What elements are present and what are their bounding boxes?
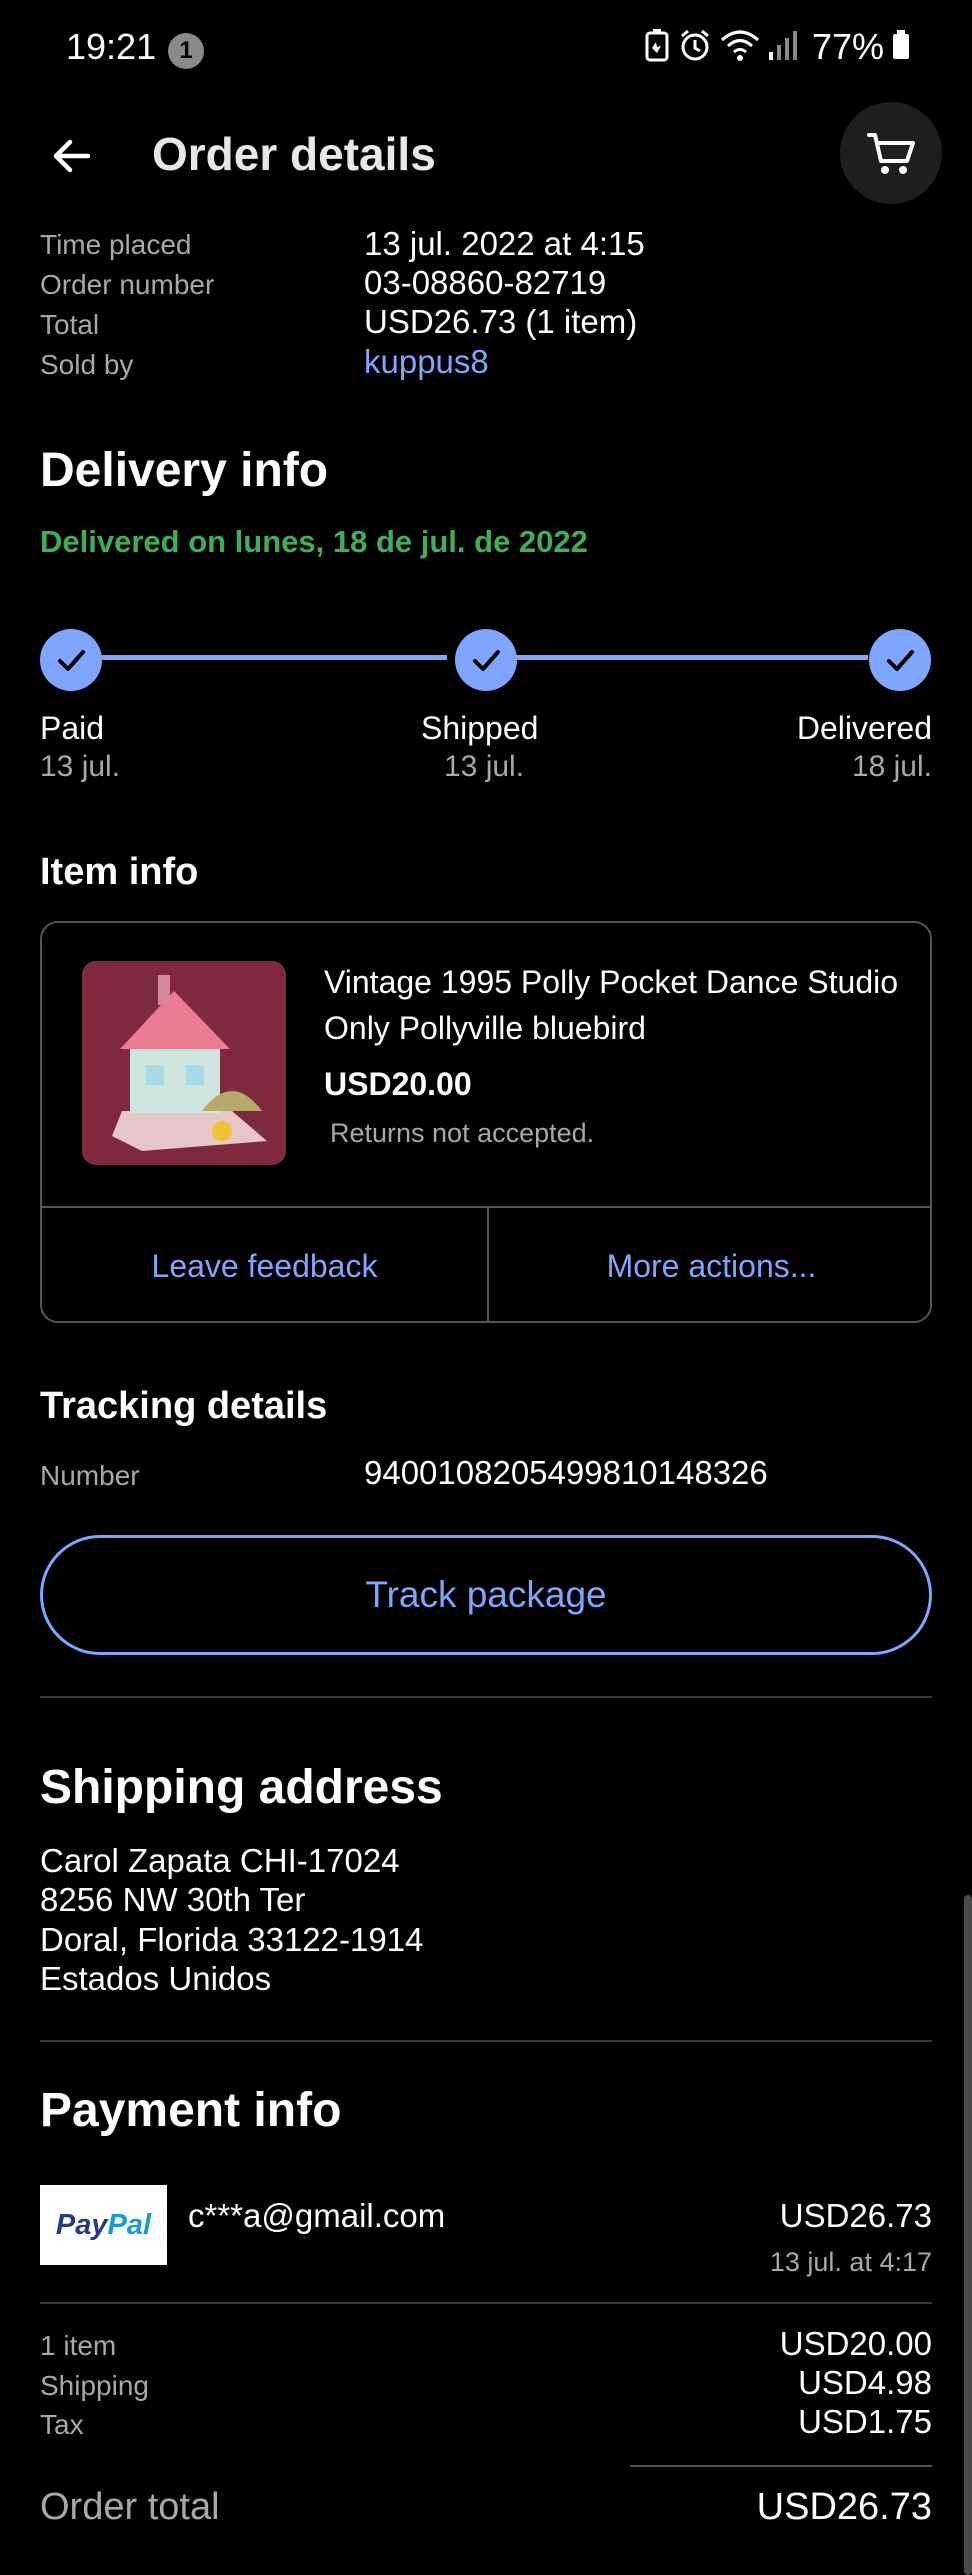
summary-row-value: USD4.98 — [798, 2364, 932, 2401]
delivery-info-heading: Delivery info — [40, 444, 329, 497]
order-number-value: 03-08860-82719 — [364, 264, 607, 301]
address-line: Estados Unidos — [40, 1960, 272, 1997]
seller-link[interactable]: kuppus8 — [364, 343, 489, 381]
battery-icon — [892, 29, 910, 65]
cart-icon — [867, 133, 915, 174]
wifi-icon — [720, 28, 760, 67]
battery-percent: 77% — [811, 26, 884, 67]
paypal-logo-text: Pay — [55, 2208, 108, 2241]
step-label-paid: Paid — [40, 710, 105, 746]
order-total-value: USD26.73 — [756, 2486, 932, 2528]
notification-count-badge: 1 — [168, 33, 204, 69]
summary-row-label: Shipping — [40, 2370, 149, 2401]
step-label-delivered: Delivered — [796, 710, 932, 746]
address-line: Doral, Florida 33122-1914 — [40, 1921, 424, 1958]
payment-info-heading: Payment info — [40, 2084, 342, 2137]
item-price: USD20.00 — [324, 1066, 472, 1102]
step-date-delivered: 18 jul. — [851, 750, 932, 783]
alarm-icon — [678, 28, 712, 67]
arrow-left-icon — [53, 139, 91, 173]
order-number-label: Order number — [40, 269, 215, 300]
status-bar: 19:21 1 77% — [0, 0, 972, 96]
paypal-logo: Pay Pal — [40, 2185, 167, 2265]
progress-line-1 — [101, 655, 447, 660]
item-card: Vintage 1995 Polly Pocket Dance Studio O… — [40, 921, 932, 1323]
page-title: Order details — [152, 128, 436, 180]
item-thumbnail[interactable] — [82, 961, 286, 1165]
total-value: USD26.73 (1 item) — [364, 303, 638, 340]
address-line: Carol Zapata CHI-17024 — [40, 1842, 400, 1879]
cart-button[interactable] — [840, 102, 942, 204]
step-date-paid: 13 jul. — [40, 750, 121, 783]
step-shipped-check-icon — [455, 629, 517, 691]
scrollbar[interactable] — [964, 1895, 972, 2575]
address-line: 8256 NW 30th Ter — [40, 1881, 306, 1918]
section-divider — [40, 1696, 932, 1698]
summary-row-value: USD20.00 — [779, 2325, 932, 2362]
tracking-details-heading: Tracking details — [40, 1385, 328, 1427]
payment-date: 13 jul. at 4:17 — [769, 2247, 932, 2277]
track-package-button[interactable]: Track package — [40, 1535, 932, 1655]
tracking-number-label: Number — [40, 1460, 140, 1491]
summary-row-label: Tax — [40, 2409, 84, 2440]
leave-feedback-button[interactable]: Leave feedback — [42, 1208, 487, 1321]
tracking-number-value: 9400108205499810148326 — [364, 1454, 768, 1491]
time-placed-value: 13 jul. 2022 at 4:15 — [364, 225, 645, 262]
more-actions-button[interactable]: More actions... — [489, 1208, 930, 1321]
progress-line-2 — [516, 655, 868, 660]
status-time: 19:21 — [66, 26, 157, 67]
step-delivered-check-icon — [869, 629, 931, 691]
section-divider — [40, 2040, 932, 2042]
returns-policy: Returns not accepted. — [330, 1118, 595, 1148]
shipping-address-heading: Shipping address — [40, 1761, 443, 1814]
payment-email: c***a@gmail.com — [188, 2197, 446, 2234]
step-date-shipped: 13 jul. — [444, 750, 525, 783]
back-button[interactable] — [40, 124, 104, 188]
total-divider — [630, 2465, 932, 2467]
time-placed-label: Time placed — [40, 229, 192, 260]
payment-amount: USD26.73 — [779, 2197, 932, 2234]
step-label-shipped: Shipped — [421, 710, 539, 746]
sold-by-label: Sold by — [40, 349, 134, 380]
status-icons: 77% — [644, 26, 910, 68]
signal-icon — [768, 28, 798, 67]
summary-row-value: USD1.75 — [798, 2403, 932, 2440]
total-label: Total — [40, 309, 100, 340]
paypal-logo-text: Pal — [107, 2208, 152, 2241]
delivery-status: Delivered on lunes, 18 de jul. de 2022 — [40, 524, 588, 559]
step-paid-check-icon — [40, 629, 102, 691]
section-divider — [40, 2302, 932, 2304]
summary-row-label: 1 item — [40, 2330, 117, 2361]
item-info-heading: Item info — [40, 851, 199, 893]
order-total-label: Order total — [40, 2486, 220, 2528]
item-title[interactable]: Vintage 1995 Polly Pocket Dance Studio O… — [324, 959, 904, 1051]
battery-saver-icon — [644, 28, 670, 67]
top-app-bar: Order details — [0, 100, 972, 212]
